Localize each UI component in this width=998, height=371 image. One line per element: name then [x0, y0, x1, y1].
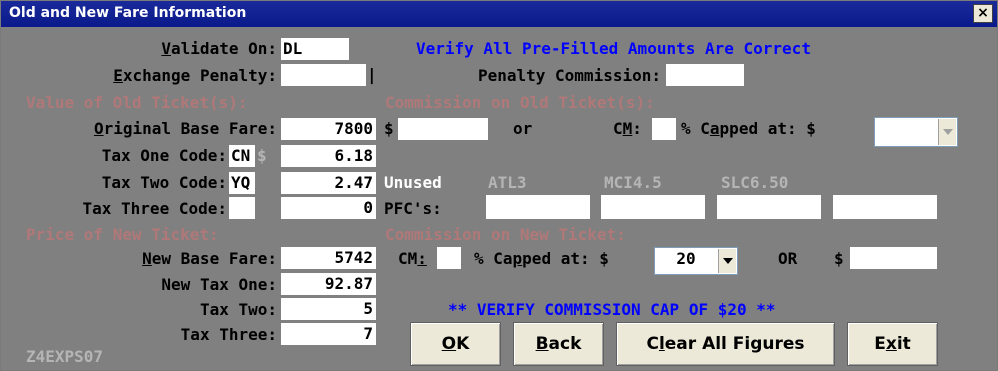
new-tax1-label: New Tax One:: [161, 275, 277, 294]
old-commission-amount-field[interactable]: [398, 118, 488, 140]
old-tax1-label: Tax One Code:: [101, 146, 227, 165]
new-cm-field[interactable]: [437, 247, 461, 269]
old-cm-label: CM:: [613, 119, 642, 138]
fare-info-window: Old and New Fare Information × Validate …: [0, 0, 998, 371]
old-tax1-dollar: $: [257, 146, 267, 165]
old-tax1-value-field[interactable]: 6.18: [281, 145, 376, 167]
new-tax3-label: Tax Three:: [180, 325, 277, 344]
verify-notice: Verify All Pre-Filled Amounts Are Correc…: [416, 39, 811, 58]
pfc-field-1[interactable]: [486, 195, 590, 219]
exchange-penalty-marker: |: [367, 65, 377, 84]
original-base-fare-label: Original Base Fare:: [93, 119, 277, 138]
old-tax2-code-field[interactable]: YQ: [229, 172, 255, 194]
old-cap-dropdown[interactable]: [874, 117, 958, 147]
title-bar: Old and New Fare Information ×: [1, 1, 997, 27]
clear-all-figures-button[interactable]: Clear All Figures: [616, 322, 835, 366]
new-commission-or: OR: [778, 249, 798, 268]
new-ticket-heading: Price of New Ticket:: [26, 225, 219, 244]
validate-on-field[interactable]: DL: [281, 38, 349, 60]
old-capped-label: % Capped at: $: [681, 119, 816, 138]
old-tax1-code-field[interactable]: CN: [229, 145, 255, 167]
chevron-down-icon[interactable]: [938, 119, 956, 145]
chevron-down-icon[interactable]: [718, 249, 736, 273]
old-tax2-value-field[interactable]: 2.47: [281, 172, 376, 194]
new-base-fare-field[interactable]: 5742: [281, 247, 376, 269]
new-commission-dollar: $: [834, 249, 844, 268]
pfc-field-2[interactable]: [601, 195, 705, 219]
new-commission-amount-field[interactable]: [850, 247, 937, 269]
unused-label: Unused: [384, 173, 442, 192]
new-tax1-field[interactable]: 92.87: [281, 273, 376, 295]
exchange-penalty-field[interactable]: [281, 64, 366, 86]
close-button[interactable]: ×: [973, 4, 993, 23]
old-tax3-value-field[interactable]: 0: [281, 197, 376, 219]
old-ticket-heading: Value of Old Ticket(s):: [26, 93, 248, 112]
penalty-commission-field[interactable]: [666, 64, 744, 86]
exit-button[interactable]: Exit: [847, 322, 938, 366]
original-base-fare-field[interactable]: 7800: [281, 118, 376, 140]
unused-airport-3: SLC6.50: [721, 173, 789, 192]
new-cap-dropdown[interactable]: 20: [654, 247, 738, 275]
screen-id: Z4EXPS07: [26, 347, 104, 366]
old-commission-or: or: [513, 119, 533, 138]
cap-notice: ** VERIFY COMMISSION CAP OF $20 **: [448, 300, 776, 319]
exchange-penalty-label: Exchange Penalty:: [113, 66, 277, 85]
unused-airport-2: MCI4.5: [604, 173, 662, 192]
new-cap-value: 20: [676, 249, 696, 268]
new-tax2-label: Tax Two:: [199, 300, 277, 319]
old-commission-heading: Commission on Old Ticket(s):: [385, 93, 655, 112]
old-commission-dollar: $: [384, 119, 394, 138]
new-tax3-field[interactable]: 7: [281, 323, 376, 345]
new-commission-heading: Commission on New Ticket:: [385, 225, 626, 244]
old-cm-field[interactable]: [652, 118, 676, 140]
window-title: Old and New Fare Information: [9, 5, 247, 21]
penalty-commission-label: Penalty Commission:: [477, 66, 661, 85]
new-base-fare-label: New Base Fare:: [142, 249, 277, 268]
unused-airport-1: ATL3: [488, 173, 527, 192]
old-tax3-label: Tax Three Code:: [82, 199, 228, 218]
back-button[interactable]: Back: [513, 322, 604, 366]
old-tax3-code-field[interactable]: [229, 197, 255, 219]
new-tax2-field[interactable]: 5: [281, 298, 376, 320]
new-capped-label: % Capped at: $: [474, 249, 609, 268]
old-cap-value: [875, 118, 937, 146]
pfc-field-4[interactable]: [833, 195, 937, 219]
ok-button[interactable]: OK: [410, 322, 501, 366]
pfc-label: PFC's:: [384, 199, 442, 218]
new-cm-label: CM:: [398, 249, 427, 268]
validate-on-label: Validate On:: [161, 39, 277, 58]
pfc-field-3[interactable]: [717, 195, 821, 219]
old-tax2-label: Tax Two Code:: [101, 173, 227, 192]
